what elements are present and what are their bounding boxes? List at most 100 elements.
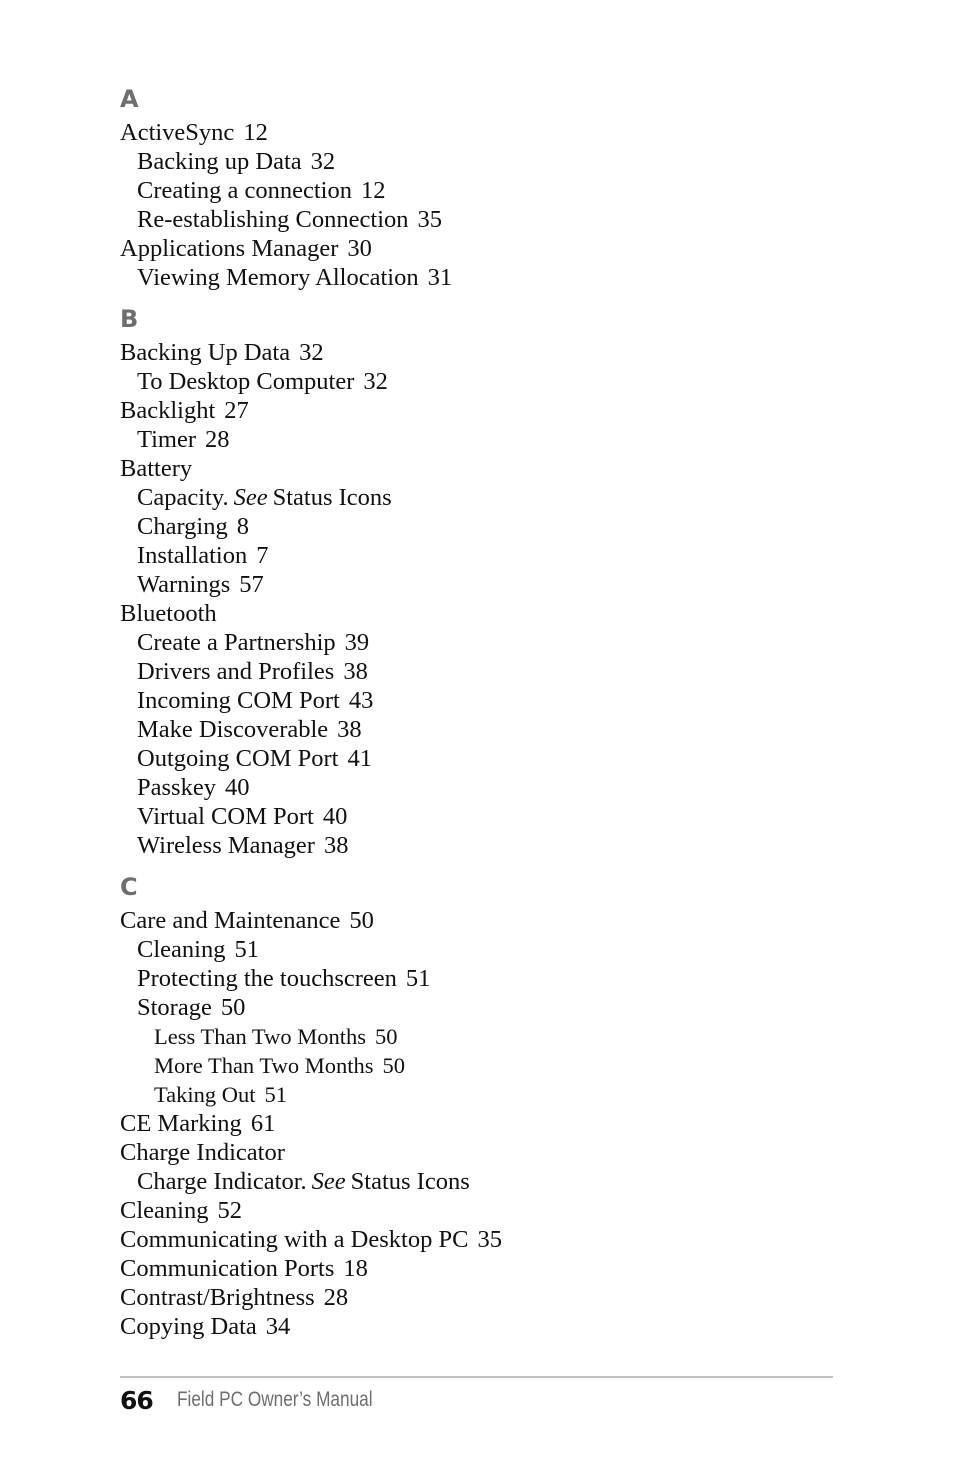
entry-term: Charge Indicator.: [137, 1168, 307, 1195]
index-entry: Copying Data 34: [120, 1312, 840, 1341]
entry-term: Bluetooth: [120, 600, 217, 627]
entry-term: CE Marking: [120, 1110, 242, 1137]
see-reference-label: See: [233, 484, 268, 511]
entry-term: Capacity.: [137, 484, 229, 511]
section-letter-heading: C: [120, 873, 138, 901]
entry-term: Wireless Manager: [137, 832, 315, 859]
entry-page-number[interactable]: 50: [221, 994, 246, 1021]
entry-term: Backing Up Data: [120, 339, 291, 366]
entry-page-number[interactable]: 43: [349, 687, 374, 714]
entry-page-number[interactable]: 35: [477, 1226, 502, 1253]
entry-term: Cleaning: [137, 936, 226, 963]
entry-page-number[interactable]: 30: [347, 235, 372, 262]
entry-page-number[interactable]: 52: [217, 1197, 242, 1224]
entry-term: Applications Manager: [120, 235, 339, 262]
index-entry: Applications Manager 30: [120, 234, 840, 263]
entry-page-number[interactable]: 32: [363, 368, 388, 395]
entry-page-number[interactable]: 50: [382, 1053, 405, 1078]
entry-term: Viewing Memory Allocation: [137, 264, 419, 291]
page-number: 66: [120, 1385, 154, 1415]
entry-term: Charging: [137, 513, 228, 540]
entry-page-number[interactable]: 50: [349, 907, 374, 934]
index-entry: Create a Partnership 39: [120, 628, 840, 657]
see-reference-target[interactable]: Status Icons: [351, 1168, 470, 1195]
index-entry: Protecting the touchscreen 51: [120, 964, 840, 993]
section-letter-heading: A: [120, 85, 139, 113]
entry-term: Backlight: [120, 397, 216, 424]
entry-term: Care and Maintenance: [120, 907, 341, 934]
index-section-b: B Backing Up Data 32 To Desktop Computer 32 B…: [120, 300, 840, 860]
index-entry: Charge Indicator: [120, 1138, 840, 1167]
entry-page-number[interactable]: 38: [343, 658, 368, 685]
entry-page-number[interactable]: 51: [406, 965, 431, 992]
index-entry: Backing Up Data 32: [120, 338, 840, 367]
entry-page-number[interactable]: 40: [225, 774, 250, 801]
entry-page-number[interactable]: 28: [324, 1284, 349, 1311]
index-entry: Timer 28: [120, 425, 840, 454]
entry-page-number[interactable]: 41: [347, 745, 372, 772]
index-entry: To Desktop Computer 32: [120, 367, 840, 396]
entry-page-number[interactable]: 61: [251, 1110, 276, 1137]
entry-term: Re-establishing Connection: [137, 206, 409, 233]
entry-term: Incoming COM Port: [137, 687, 340, 714]
entry-term: Passkey: [137, 774, 216, 801]
entry-page-number[interactable]: 8: [237, 513, 249, 540]
entry-page-number[interactable]: 38: [337, 716, 362, 743]
entry-term: Virtual COM Port: [137, 803, 314, 830]
index-entry: Wireless Manager 38: [120, 831, 840, 860]
index-entry: Bluetooth: [120, 599, 840, 628]
entry-page-number[interactable]: 32: [311, 148, 336, 175]
footer-divider: [120, 1376, 833, 1378]
entry-term: Cleaning: [120, 1197, 209, 1224]
entry-term: Creating a connection: [137, 177, 352, 204]
index-entry: Outgoing COM Port 41: [120, 744, 840, 773]
entry-page-number[interactable]: 31: [428, 264, 453, 291]
index-entry: Capacity. See Status Icons: [120, 483, 840, 512]
entry-page-number[interactable]: 18: [343, 1255, 368, 1282]
entry-page-number[interactable]: 27: [224, 397, 249, 424]
entry-page-number[interactable]: 51: [234, 936, 259, 963]
entry-page-number[interactable]: 34: [266, 1313, 291, 1340]
entry-page-number[interactable]: 12: [361, 177, 386, 204]
entry-term: Create a Partnership: [137, 629, 336, 656]
entry-page-number[interactable]: 51: [265, 1082, 288, 1107]
index-entry: Backlight 27: [120, 396, 840, 425]
index-entry: Viewing Memory Allocation 31: [120, 263, 840, 292]
index-list: A ActiveSync 12 Backing up Data 32 Creating a…: [120, 80, 840, 1345]
index-entry: Incoming COM Port 43: [120, 686, 840, 715]
index-entry: Warnings 57: [120, 570, 840, 599]
page-footer: 66 Field PC Owner’s Manual: [120, 1383, 415, 1417]
entry-term: Installation: [137, 542, 248, 569]
entry-term: Less Than Two Months: [154, 1024, 366, 1049]
entry-page-number[interactable]: 38: [324, 832, 349, 859]
entry-term: Battery: [120, 455, 193, 482]
index-section-c: C Care and Maintenance 50 Cleaning 51 Protect…: [120, 868, 840, 1341]
entry-term: Drivers and Profiles: [137, 658, 335, 685]
entry-term: Contrast/Brightness: [120, 1284, 315, 1311]
entry-term: Charge Indicator: [120, 1139, 285, 1166]
index-entry: Installation 7: [120, 541, 840, 570]
entry-term: Warnings: [137, 571, 231, 598]
index-entry: Contrast/Brightness 28: [120, 1283, 840, 1312]
index-entry: Care and Maintenance 50: [120, 906, 840, 935]
manual-title: Field PC Owner’s Manual: [176, 1388, 373, 1411]
entry-page-number[interactable]: 50: [375, 1024, 398, 1049]
entry-page-number[interactable]: 57: [239, 571, 264, 598]
entry-page-number[interactable]: 32: [299, 339, 324, 366]
entry-page-number[interactable]: 39: [345, 629, 370, 656]
index-entry: ActiveSync 12: [120, 118, 840, 147]
entry-page-number[interactable]: 40: [323, 803, 348, 830]
index-entry: Less Than Two Months 50: [120, 1022, 840, 1051]
index-section-a: A ActiveSync 12 Backing up Data 32 Creating a…: [120, 80, 840, 292]
index-entry: Taking Out 51: [120, 1080, 840, 1109]
index-entry: Make Discoverable 38: [120, 715, 840, 744]
entry-page-number[interactable]: 35: [418, 206, 443, 233]
entry-page-number[interactable]: 7: [256, 542, 268, 569]
index-entry: Communicating with a Desktop PC 35: [120, 1225, 840, 1254]
entry-page-number[interactable]: 12: [243, 119, 268, 146]
entry-term: Timer: [137, 426, 197, 453]
index-entry: More Than Two Months 50: [120, 1051, 840, 1080]
entry-term: Outgoing COM Port: [137, 745, 339, 772]
entry-page-number[interactable]: 28: [205, 426, 230, 453]
see-reference-target[interactable]: Status Icons: [273, 484, 392, 511]
